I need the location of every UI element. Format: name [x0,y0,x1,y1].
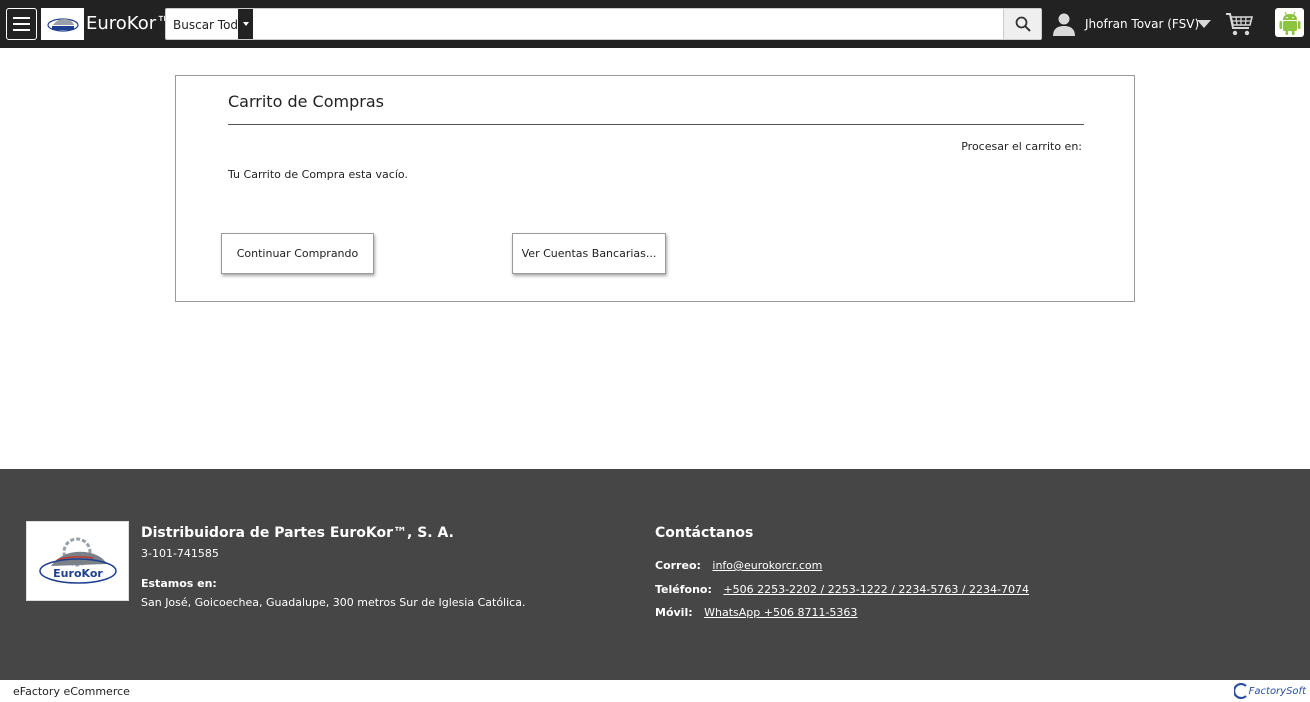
bottom-bar: eFactory eCommerce FactorySoft [0,680,1310,702]
company-id: 3-101-741585 [141,547,219,560]
process-cart-label: Procesar el carrito en: [961,140,1082,153]
cart-panel: Carrito de Compras Procesar el carrito e… [175,75,1135,302]
menu-button[interactable] [6,8,37,40]
svg-text:EuroKor: EuroKor [53,567,103,580]
search-button[interactable] [1003,9,1041,39]
header-logo[interactable] [41,8,84,40]
caret-down-icon [242,22,249,26]
footer-logo: EuroKor [26,521,129,601]
search-icon [1015,16,1031,32]
search-bar: Buscar Todo [165,8,1042,40]
factorysoft-icon [1233,683,1247,699]
factorysoft-logo[interactable]: FactorySoft [1233,682,1306,700]
phone-label: Teléfono: [655,583,712,596]
email-link[interactable]: info@eurokorcr.com [712,559,822,572]
company-address: San José, Goicoechea, Guadalupe, 300 met… [141,596,526,609]
footer: EuroKor Distribuidora de Partes EuroKor™… [0,469,1310,680]
contact-heading: Contáctanos [655,525,754,541]
divider [228,124,1084,125]
contact-mobile-row: Móvil: WhatsApp +506 8711-5363 [655,606,857,619]
view-bank-accounts-button[interactable]: Ver Cuentas Bancarias... [512,233,666,274]
eurokor-logo-icon [46,18,79,32]
user-menu-caret-icon[interactable] [1197,20,1211,28]
search-input[interactable] [254,9,1004,39]
continue-shopping-button[interactable]: Continuar Comprando [221,233,374,274]
platform-name: eFactory eCommerce [13,685,130,698]
user-icon[interactable] [1052,12,1076,36]
search-category-dropdown[interactable] [238,9,253,39]
whatsapp-link[interactable]: WhatsApp +506 8711-5363 [704,606,857,619]
email-label: Correo: [655,559,701,572]
contact-email-row: Correo: info@eurokorcr.com [655,559,822,572]
powered-by-label: FactorySoft [1248,685,1306,697]
phone-link[interactable]: +506 2253-2202 / 2253-1222 / 2234-5763 /… [723,583,1029,596]
user-name[interactable]: Jhofran Tovar (FSV) [1085,17,1199,31]
hamburger-icon [13,17,30,19]
mobile-label: Móvil: [655,606,693,619]
page-title: Carrito de Compras [228,92,384,111]
location-label: Estamos en: [141,577,217,590]
android-icon [1279,11,1300,35]
eurokor-logo-icon: EuroKor [38,537,117,584]
empty-cart-message: Tu Carrito de Compra esta vacío. [228,168,408,181]
brand-name[interactable]: EuroKor™ [86,13,174,34]
shopping-cart-icon[interactable] [1225,11,1253,37]
company-name: Distribuidora de Partes EuroKor™, S. A. [141,525,454,541]
contact-phone-row: Teléfono: +506 2253-2202 / 2253-1222 / 2… [655,583,1029,596]
top-header: EuroKor™ Buscar Todo Jhofran Tovar (FSV) [0,0,1310,48]
android-app-link[interactable] [1275,8,1304,37]
search-category-select[interactable]: Buscar Todo [173,18,245,32]
